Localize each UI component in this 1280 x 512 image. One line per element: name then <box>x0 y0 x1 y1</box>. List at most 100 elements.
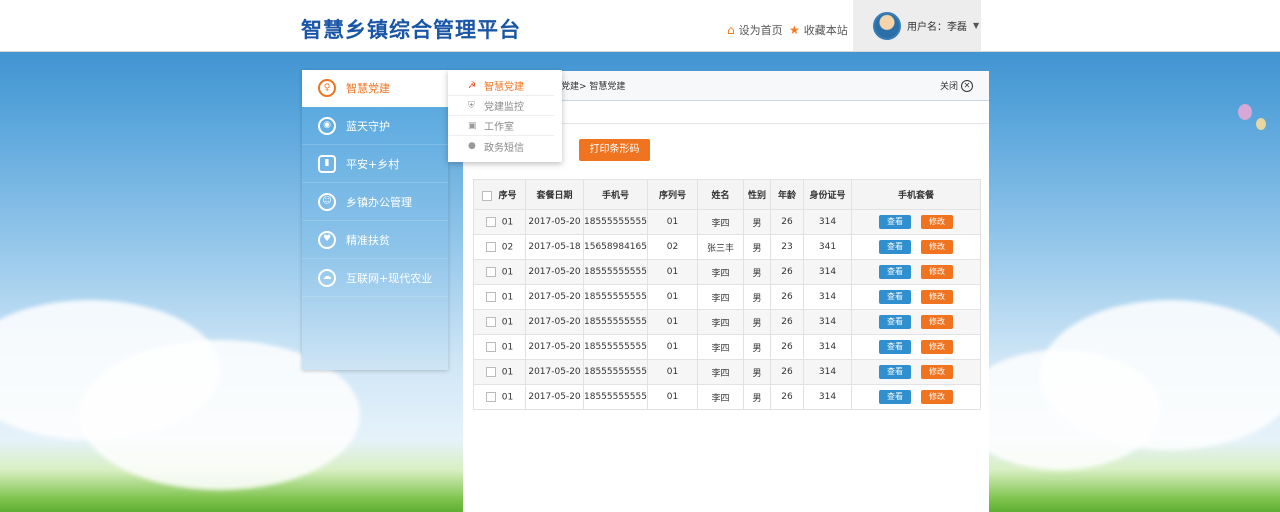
table-cell: 18555555555 <box>583 334 648 360</box>
sidebar-item-agriculture[interactable]: ☁ 互联网+现代农业 <box>302 259 448 297</box>
table-cell: 01 <box>647 284 698 310</box>
table-cell: 18555555555 <box>583 359 648 385</box>
print-barcode-button[interactable]: 打印条形码 <box>579 139 650 161</box>
sidebar-item-safe-village[interactable]: ▮ 平安+乡村 <box>302 145 448 183</box>
row-checkbox[interactable] <box>485 266 496 277</box>
user-menu[interactable]: 用户名：李磊 ▼ <box>853 0 981 51</box>
table-cell: 男 <box>743 209 771 235</box>
table-row: 01 2017-05-20 18555555555 01 李四男 26 314 查看 修改 <box>473 309 981 335</box>
close-button[interactable]: 关闭 ✕ <box>940 79 973 92</box>
briefcase-icon: ▣ <box>468 120 477 131</box>
sidebar-item-blue-sky[interactable]: ◉ 蓝天守护 <box>302 107 448 145</box>
submenu-item-label: 智慧党建 <box>484 82 524 93</box>
table-cell: 男 <box>743 259 771 285</box>
table-cell: 01 <box>647 209 698 235</box>
sidebar: ♀ 智慧党建 ◉ 蓝天守护 ▮ 平安+乡村 ☺ 乡镇办公管理 ♥ 精准扶贫 ☁ … <box>302 70 448 370</box>
sidebar-item-party-building[interactable]: ♀ 智慧党建 <box>302 70 448 107</box>
sidebar-item-label: 蓝天守护 <box>346 119 390 133</box>
col-header: 手机号 <box>583 179 648 210</box>
chat-icon: ● <box>468 141 476 151</box>
table-cell: 2017-05-20 <box>525 384 584 410</box>
view-button[interactable]: 查看 <box>879 290 911 304</box>
row-checkbox[interactable] <box>485 291 496 302</box>
set-homepage-label: 设为首页 <box>738 24 783 37</box>
table-row: 01 2017-05-20 18555555555 01 李四男 26 314 查看 修改 <box>473 384 981 410</box>
table-row: 01 2017-05-20 18555555555 01 李四男 26 314 查看 修改 <box>473 209 981 235</box>
submenu-item-sms[interactable]: ● 政务短信 <box>448 136 554 156</box>
sidebar-item-office[interactable]: ☺ 乡镇办公管理 <box>302 183 448 221</box>
sidebar-item-label: 智慧党建 <box>346 82 390 95</box>
table-cell: 26 <box>770 359 804 385</box>
view-button[interactable]: 查看 <box>879 240 911 254</box>
view-button[interactable]: 查看 <box>879 390 911 404</box>
set-homepage-link[interactable]: ⌂ 设为首页 <box>727 22 783 38</box>
table-cell: 2017-05-20 <box>525 259 584 285</box>
sidebar-item-label: 互联网+现代农业 <box>346 271 433 285</box>
sidebar-item-poverty[interactable]: ♥ 精准扶贫 <box>302 221 448 259</box>
camera-icon: ◉ <box>318 116 336 135</box>
view-button[interactable]: 查看 <box>879 215 911 229</box>
submenu-item-smart-party[interactable]: ☭ 智慧党建 <box>448 76 554 96</box>
col-header: 序号 <box>473 179 526 210</box>
submenu-item-label: 政务短信 <box>484 142 524 154</box>
table-row: 01 2017-05-20 18555555555 01 李四男 26 314 查看 修改 <box>473 334 981 360</box>
row-checkbox[interactable] <box>485 366 496 377</box>
table-cell: 01 <box>473 384 526 410</box>
table-cell: 男 <box>743 309 771 335</box>
select-all-checkbox[interactable] <box>482 190 493 201</box>
table-row: 01 2017-05-20 18555555555 01 李四男 26 314 查看 修改 <box>473 359 981 385</box>
table-cell: 李四 <box>697 309 744 335</box>
row-checkbox[interactable] <box>485 341 496 352</box>
table-cell: 26 <box>770 334 804 360</box>
edit-button[interactable]: 修改 <box>921 290 953 304</box>
balloon-decoration <box>1238 104 1252 120</box>
col-header: 套餐日期 <box>525 179 584 210</box>
table-cell: 2017-05-20 <box>525 334 584 360</box>
table-cell: 26 <box>770 284 804 310</box>
table-cell: 李四 <box>697 259 744 285</box>
edit-button[interactable]: 修改 <box>921 390 953 404</box>
table-cell: 2017-05-18 <box>525 234 584 260</box>
edit-button[interactable]: 修改 <box>921 215 953 229</box>
table-cell: 男 <box>743 334 771 360</box>
col-header: 性别 <box>743 179 771 210</box>
close-label: 关闭 <box>939 82 958 92</box>
table-cell: 2017-05-20 <box>525 359 584 385</box>
shield-icon: ⛨ <box>468 100 475 111</box>
party-emblem-icon: ☭ <box>468 80 477 91</box>
row-checkbox[interactable] <box>485 316 496 327</box>
view-button[interactable]: 查看 <box>879 265 911 279</box>
table-cell: 23 <box>770 234 804 260</box>
table-cell: 男 <box>743 284 771 310</box>
table-cell: 01 <box>473 259 526 285</box>
edit-button[interactable]: 修改 <box>921 365 953 379</box>
row-checkbox[interactable] <box>485 241 496 252</box>
table-cell: 18555555555 <box>583 384 648 410</box>
table-cell: 男 <box>743 384 771 410</box>
bookmark-label: 收藏本站 <box>803 24 848 37</box>
heart-hand-icon: ♥ <box>318 230 336 249</box>
submenu-item-monitor[interactable]: ⛨ 党建监控 <box>448 96 554 116</box>
submenu-item-label: 工作室 <box>484 122 514 133</box>
table-cell: 男 <box>743 359 771 385</box>
edit-button[interactable]: 修改 <box>921 340 953 354</box>
table-cell: 2017-05-20 <box>525 209 584 235</box>
table-cell-actions: 查看 修改 <box>851 309 981 335</box>
row-checkbox[interactable] <box>485 391 496 402</box>
view-button[interactable]: 查看 <box>879 365 911 379</box>
row-checkbox[interactable] <box>485 216 496 227</box>
app-title: 智慧乡镇综合管理平台 <box>301 18 521 42</box>
table-cell: 01 <box>473 359 526 385</box>
edit-button[interactable]: 修改 <box>921 315 953 329</box>
submenu-item-studio[interactable]: ▣ 工作室 <box>448 116 554 136</box>
table-cell: 01 <box>473 209 526 235</box>
table-cell: 男 <box>743 234 771 260</box>
table-cell: 15658984165 <box>583 234 648 260</box>
view-button[interactable]: 查看 <box>879 340 911 354</box>
view-button[interactable]: 查看 <box>879 315 911 329</box>
close-icon: ✕ <box>961 79 973 92</box>
bookmark-link[interactable]: ★ 收藏本站 <box>789 22 848 38</box>
edit-button[interactable]: 修改 <box>921 265 953 279</box>
edit-button[interactable]: 修改 <box>921 240 953 254</box>
avatar <box>873 11 901 40</box>
